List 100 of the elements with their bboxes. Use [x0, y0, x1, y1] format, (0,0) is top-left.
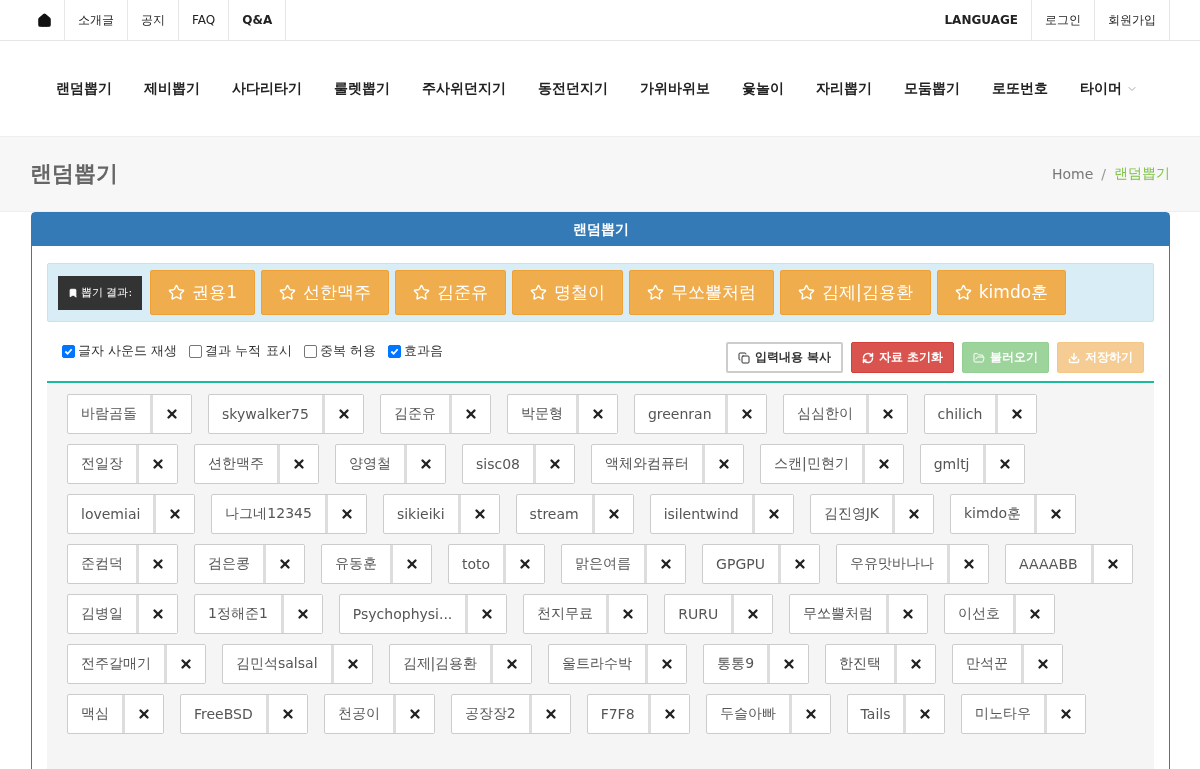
close-icon: [1010, 407, 1025, 421]
reset-button[interactable]: 자료 초기화: [850, 342, 954, 373]
option-checkbox[interactable]: 글자 사운드 재생: [62, 342, 178, 360]
nav-item[interactable]: 모둠뽑기: [888, 79, 976, 98]
close-icon: [405, 557, 419, 571]
nav-item[interactable]: 주사위던지기: [406, 79, 522, 98]
star-icon: [413, 284, 431, 301]
nav-item[interactable]: 룰렛뽑기: [318, 79, 406, 98]
close-icon: [1059, 707, 1074, 721]
close-icon: [876, 457, 891, 471]
copy-icon: [737, 351, 750, 364]
close-icon: [168, 507, 183, 521]
star-icon: [279, 284, 297, 301]
top-link[interactable]: 회원가입: [1095, 0, 1170, 40]
result-chip: 권용1: [150, 270, 256, 315]
close-icon: [548, 457, 562, 471]
close-icon: [280, 707, 295, 721]
nav-item[interactable]: 동전던지기: [522, 79, 624, 98]
check-icon: [64, 346, 73, 356]
option-checkbox[interactable]: 결과 누적 표시: [189, 342, 292, 360]
top-link[interactable]: 공지: [128, 0, 179, 40]
close-icon: [909, 657, 924, 671]
close-icon: [590, 407, 605, 421]
nav-item[interactable]: 제비뽑기: [128, 79, 216, 98]
panel-title: 랜덤뽑기: [572, 220, 629, 239]
close-icon: [803, 707, 818, 721]
page-title: 랜덤뽑기: [30, 160, 118, 188]
nav-item[interactable]: 가위바위보: [624, 79, 726, 98]
close-icon: [480, 607, 495, 621]
nav-item[interactable]: 타이머: [1064, 79, 1154, 98]
close-icon: [151, 607, 165, 621]
breadcrumb-link[interactable]: Home: [1051, 166, 1094, 182]
close-icon: [792, 557, 807, 571]
option-checkbox[interactable]: 효과음: [387, 342, 443, 360]
result-chip: kimdo훈: [936, 270, 1067, 315]
close-icon: [739, 407, 754, 421]
close-icon: [1049, 507, 1064, 521]
close-icon: [151, 557, 165, 571]
star-icon: [647, 284, 665, 301]
close-icon: [505, 657, 520, 671]
close-icon: [278, 557, 292, 571]
star-icon: [530, 284, 548, 301]
bookmark-icon: [68, 287, 78, 298]
close-icon: [961, 557, 976, 571]
close-icon: [292, 457, 306, 471]
close-icon: [782, 657, 797, 671]
close-icon: [518, 557, 533, 571]
close-icon: [419, 457, 433, 471]
star-icon: [798, 284, 816, 301]
result-chip: 선한맥주: [261, 270, 390, 315]
nav-item[interactable]: 로또번호: [976, 79, 1064, 98]
close-icon: [621, 607, 636, 621]
result-chip: 무쏘뿔처럼: [629, 270, 775, 315]
close-icon: [606, 507, 621, 521]
result-chip: 김준유: [395, 270, 507, 315]
close-icon: [766, 507, 781, 521]
close-icon: [472, 507, 487, 521]
close-icon: [179, 657, 193, 671]
close-icon: [336, 407, 351, 421]
home-icon: [37, 12, 52, 28]
nav-item[interactable]: 사다리타기: [216, 79, 318, 98]
result-chip: 명철이: [512, 270, 624, 315]
close-icon: [1105, 557, 1120, 571]
breadcrumb-separator: /: [1101, 166, 1106, 182]
close-icon: [165, 407, 179, 421]
top-link[interactable]: Q&A: [229, 0, 287, 40]
close-icon: [1036, 657, 1051, 671]
refresh-icon: [861, 351, 874, 364]
nav-item[interactable]: 자리뽑기: [800, 79, 888, 98]
close-icon: [997, 457, 1012, 471]
close-icon: [151, 457, 165, 471]
close-icon: [345, 657, 360, 671]
download-icon: [1068, 351, 1080, 364]
close-icon: [463, 407, 478, 421]
nav-item[interactable]: 랜덤뽑기: [40, 79, 128, 98]
close-icon: [543, 707, 558, 721]
close-icon: [137, 707, 151, 721]
close-icon: [901, 607, 916, 621]
result-chip: 김제|김용환: [780, 270, 931, 315]
top-link[interactable]: LANGUAGE: [931, 0, 1032, 40]
star-icon: [168, 284, 186, 301]
close-icon: [907, 507, 921, 521]
top-link[interactable]: FAQ: [179, 0, 230, 40]
folder-icon: [973, 351, 985, 364]
result-label: 뽑기 결과:: [58, 275, 143, 310]
close-icon: [659, 557, 674, 571]
close-icon: [295, 607, 310, 621]
nav-item[interactable]: 윷놀이: [726, 79, 800, 98]
top-link[interactable]: 로그인: [1032, 0, 1095, 40]
top-link[interactable]: 소개글: [65, 0, 128, 40]
close-icon: [339, 507, 354, 521]
close-icon: [660, 657, 675, 671]
close-icon: [880, 407, 895, 421]
close-icon: [746, 607, 761, 621]
close-icon: [407, 707, 422, 721]
star-icon: [954, 284, 972, 301]
copy-button[interactable]: 입력내용 복사: [725, 342, 843, 373]
close-icon: [1028, 607, 1043, 621]
close-icon: [662, 707, 677, 721]
option-checkbox[interactable]: 중복 허용: [303, 342, 376, 360]
